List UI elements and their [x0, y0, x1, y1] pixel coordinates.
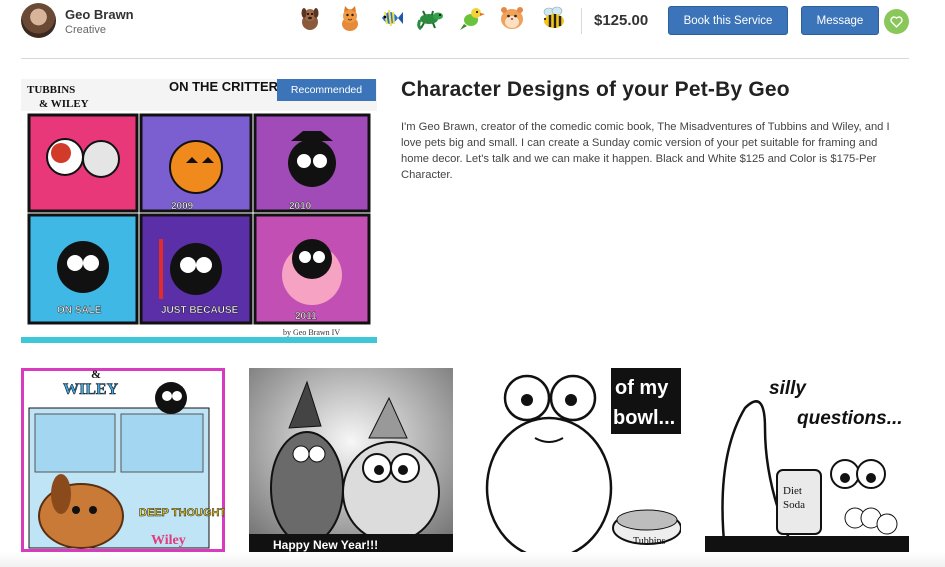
price: $125.00 [594, 12, 649, 29]
silly-questions-comic-image: silly questions... Diet Soda [705, 368, 909, 552]
svg-text:ON THE CRITTERS: ON THE CRITTERS [169, 79, 287, 94]
page-bottom [0, 552, 945, 567]
bee-icon [543, 6, 564, 28]
svg-text:& WILEY: & WILEY [39, 98, 89, 110]
favorite-heart-icon[interactable] [884, 9, 909, 34]
svg-text:Wiley: Wiley [151, 533, 186, 548]
fish-icon [382, 9, 403, 27]
divider [581, 8, 582, 34]
cat-icon [342, 6, 358, 31]
svg-text:Diet: Diet [783, 485, 802, 497]
provider-role: Creative [65, 24, 106, 36]
svg-text:Happy New Year!!!: Happy New Year!!! [273, 538, 378, 552]
recommended-badge: Recommended [277, 79, 376, 101]
svg-text:by Geo Brawn IV: by Geo Brawn IV [283, 328, 340, 337]
gallery-thumb-1[interactable]: & WILEY DEEP THOUGHTS: Wiley [21, 368, 225, 552]
svg-text:of my: of my [615, 377, 669, 399]
svg-text:JUST BECAUSE: JUST BECAUSE [161, 305, 239, 316]
hamster-icon [501, 7, 523, 29]
book-service-button[interactable]: Book this Service [668, 6, 788, 35]
gallery-thumb-4[interactable]: silly questions... Diet Soda [705, 368, 909, 552]
avatar[interactable] [21, 3, 56, 38]
message-button[interactable]: Message [801, 6, 879, 35]
svg-text:questions...: questions... [797, 408, 903, 429]
svg-text:WILEY: WILEY [63, 381, 119, 398]
bird-icon [460, 8, 485, 30]
comic-page-image: & WILEY DEEP THOUGHTS: Wiley [21, 368, 225, 552]
svg-text:Soda: Soda [783, 499, 805, 511]
heart-icon [890, 15, 903, 28]
svg-text:&: & [91, 368, 101, 381]
svg-text:silly: silly [769, 378, 807, 399]
svg-text:TUBBINS: TUBBINS [27, 84, 75, 96]
provider-name[interactable]: Geo Brawn [65, 7, 134, 22]
header-divider [21, 58, 909, 59]
svg-text:ON SALE: ON SALE [57, 305, 102, 316]
top-bar: Geo Brawn Creative $125.00 Book this Ser… [0, 0, 945, 44]
svg-text:2011: 2011 [295, 311, 317, 322]
listing-title: Character Designs of your Pet-By Geo [401, 78, 790, 101]
svg-text:DEEP THOUGHTS:: DEEP THOUGHTS: [139, 507, 225, 519]
comic-grid-image: TUBBINS & WILEY ON THE CRITTERS 2009 201… [21, 79, 377, 343]
svg-text:bowl...: bowl... [613, 407, 675, 429]
dog-icon [301, 8, 319, 30]
new-year-comic-image: Happy New Year!!! [249, 368, 453, 552]
bowl-comic-image: of my bowl... Tubbins [477, 368, 681, 552]
lizard-icon [417, 10, 443, 31]
svg-text:2010: 2010 [289, 201, 312, 212]
svg-text:Tubbins: Tubbins [633, 536, 666, 547]
gallery-thumb-2[interactable]: Happy New Year!!! [249, 368, 453, 552]
svg-text:2009: 2009 [171, 201, 194, 212]
gallery-thumb-3[interactable]: of my bowl... Tubbins [477, 368, 681, 552]
hero-image[interactable]: TUBBINS & WILEY ON THE CRITTERS 2009 201… [21, 79, 377, 343]
listing-description: I'm Geo Brawn, creator of the comedic co… [401, 121, 890, 181]
